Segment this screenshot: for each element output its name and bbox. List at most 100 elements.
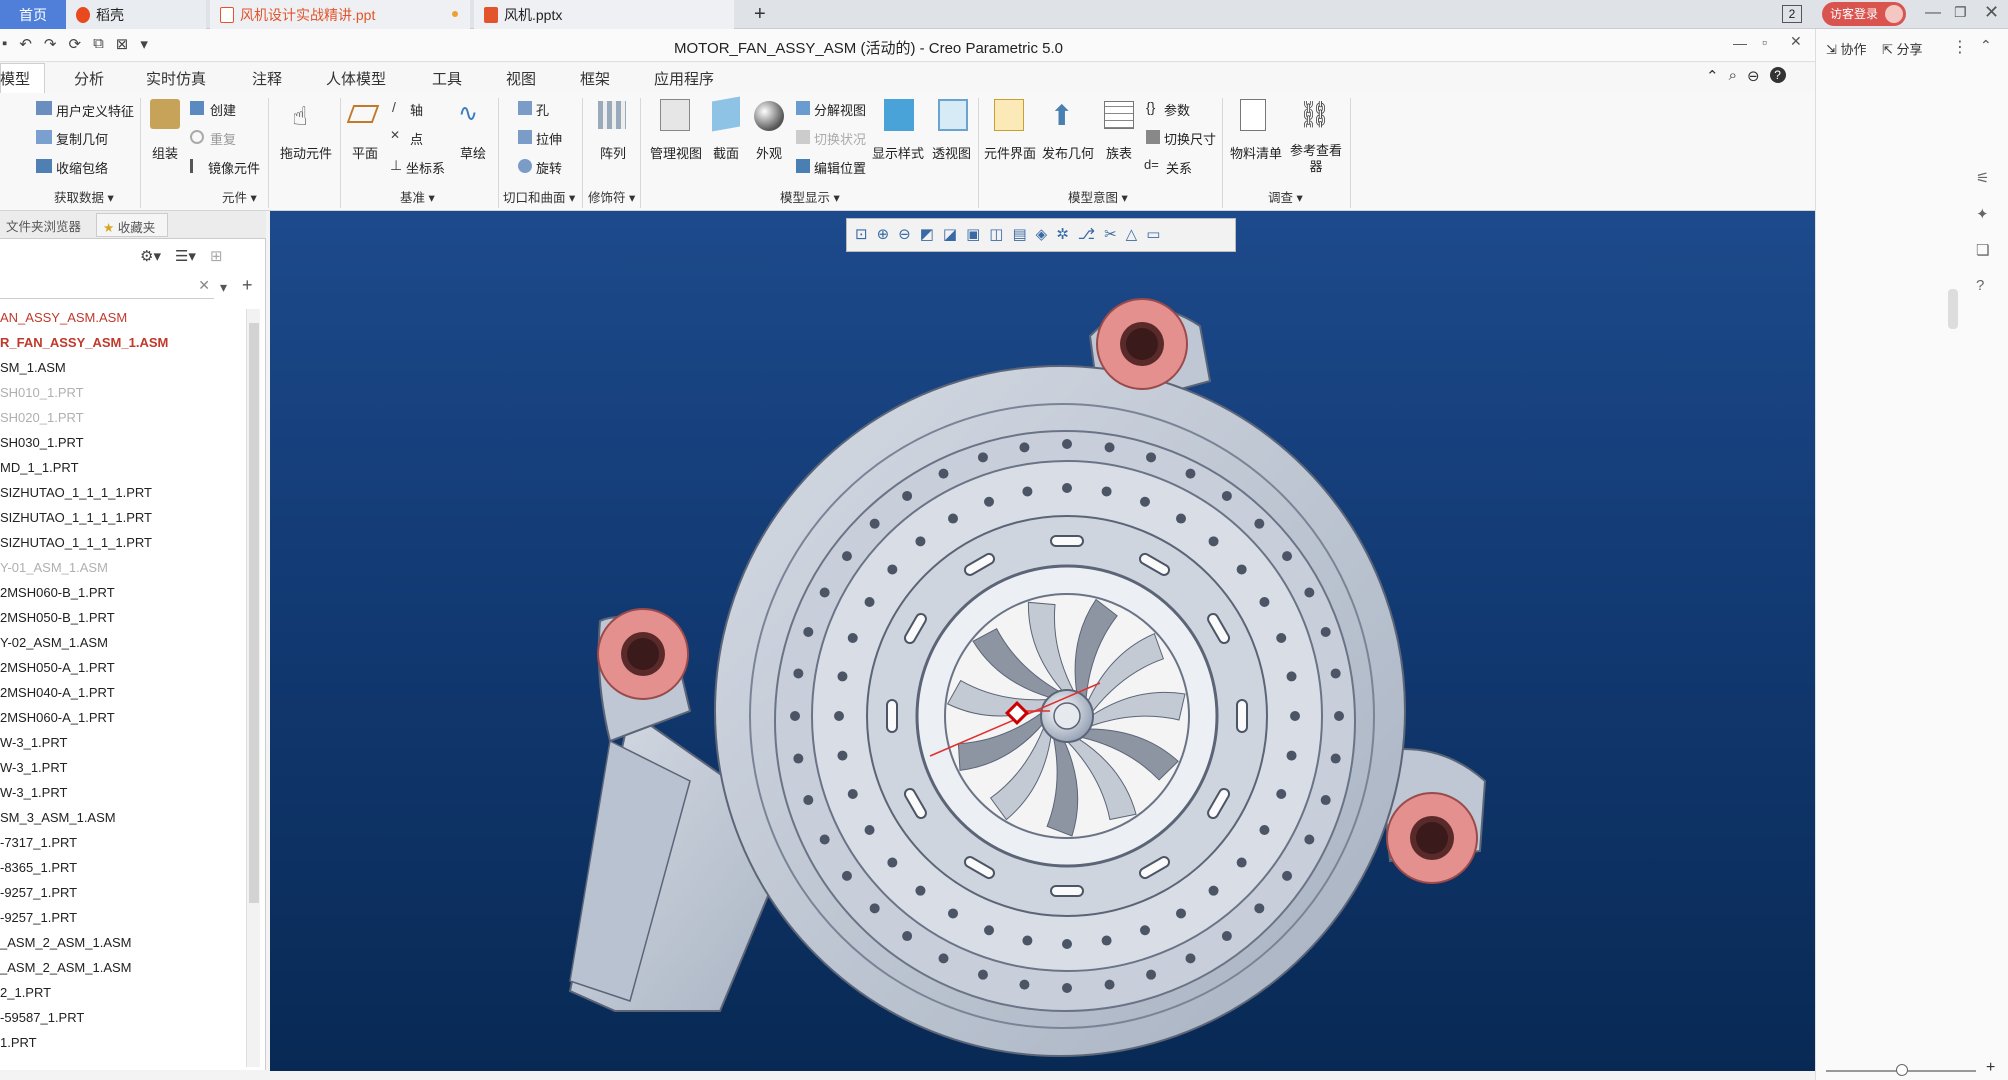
zoom-out-icon[interactable]: ⊖ <box>898 225 911 243</box>
tree-item[interactable]: _ASM_2_ASM_1.ASM <box>0 935 132 950</box>
group-model-display[interactable]: 模型显示 ▾ <box>780 187 840 206</box>
extrude-button[interactable]: 拉伸 <box>536 129 562 148</box>
appearance-button[interactable]: 外观 <box>756 143 782 162</box>
tree-item[interactable]: 2MSH050-B_1.PRT <box>0 610 115 625</box>
tab-home[interactable]: 首页 <box>0 0 66 29</box>
collab-button[interactable]: ⇲ 协作 <box>1826 39 1867 58</box>
section-button[interactable]: 截面 <box>713 143 739 162</box>
save-icon[interactable]: ▪ <box>2 35 7 53</box>
tree-item[interactable]: SM_1.ASM <box>0 360 66 375</box>
tree-item[interactable]: -9257_1.PRT <box>0 885 77 900</box>
tab-favorites[interactable]: ★ 收藏夹 <box>96 213 168 237</box>
tree-item[interactable]: SH010_1.PRT <box>0 385 84 400</box>
tree-item[interactable]: 2MSH060-A_1.PRT <box>0 710 115 725</box>
tree-item[interactable]: 1.PRT <box>0 1035 37 1050</box>
tab-folder-browser[interactable]: 文件夹浏览器 <box>0 213 88 237</box>
tree-item[interactable]: SIZHUTAO_1_1_1_1.PRT <box>0 535 152 550</box>
perspective-view-icon[interactable]: ◈ <box>1036 225 1048 243</box>
minimize-icon[interactable]: — <box>1925 4 1941 22</box>
edit-position-button[interactable]: 编辑位置 <box>814 158 866 177</box>
clear-search-icon[interactable]: ✕ <box>198 277 210 294</box>
assemble-button[interactable]: 组装 <box>152 143 178 162</box>
tab-annotate[interactable]: 注释 <box>252 68 282 89</box>
tree-item[interactable]: SH020_1.PRT <box>0 410 84 425</box>
tree-item[interactable]: W-3_1.PRT <box>0 785 67 800</box>
group-model-intent[interactable]: 模型意图 ▾ <box>1068 187 1128 206</box>
family-table-button[interactable]: 族表 <box>1106 143 1132 162</box>
tree-item[interactable]: R_FAN_ASSY_ASM_1.ASM <box>0 335 168 350</box>
window-icon[interactable]: ⧉ <box>93 35 104 53</box>
share-button[interactable]: ⇱ 分享 <box>1882 39 1923 58</box>
group-component[interactable]: 元件 ▾ <box>222 187 257 206</box>
zoom-thumb[interactable] <box>1896 1064 1908 1076</box>
tree-item[interactable]: 2MSH040-A_1.PRT <box>0 685 115 700</box>
redo-icon[interactable]: ↷ <box>44 35 57 53</box>
reference-viewer-button[interactable]: 参考查看器 <box>1290 143 1342 175</box>
repeat-button[interactable]: 重复 <box>210 129 236 148</box>
refit-icon[interactable]: ⊡ <box>855 225 868 243</box>
tree-item[interactable]: SM_3_ASM_1.ASM <box>0 810 116 825</box>
creo-minimize-icon[interactable]: — <box>1733 35 1747 51</box>
tree-item[interactable]: 2MSH050-A_1.PRT <box>0 660 115 675</box>
layers-icon[interactable]: ❏ <box>1976 241 1989 259</box>
restore-icon[interactable]: ❐ <box>1954 4 1967 21</box>
group-get-data[interactable]: 获取数据 ▾ <box>54 187 114 206</box>
display-style-icon[interactable]: ◪ <box>943 225 957 243</box>
group-cut-surface[interactable]: 切口和曲面 ▾ <box>503 187 575 206</box>
tab-framework[interactable]: 框架 <box>580 68 610 89</box>
tree-item[interactable]: SH030_1.PRT <box>0 435 84 450</box>
customize-icon[interactable]: ▾ <box>140 35 148 53</box>
scrollbar-thumb[interactable] <box>249 323 259 903</box>
tab-ppt-1[interactable]: 风机设计实战精讲.ppt <box>210 0 470 29</box>
tree-item[interactable]: SIZHUTAO_1_1_1_1.PRT <box>0 510 152 525</box>
tree-item[interactable]: W-3_1.PRT <box>0 735 67 750</box>
zoom-slider[interactable] <box>1826 1064 1976 1078</box>
settings-icon[interactable]: ⊖ <box>1747 67 1760 85</box>
tree-item[interactable]: W-3_1.PRT <box>0 760 67 775</box>
toggle-state-button[interactable]: 切换状况 <box>814 129 866 148</box>
pause-icon[interactable]: ▭ <box>1146 225 1160 243</box>
sliders-icon[interactable]: ⚟ <box>1976 169 1989 187</box>
annotation-display-icon[interactable]: ⎇ <box>1078 225 1095 243</box>
tree-settings-icon[interactable]: ⚙▾ <box>140 247 161 265</box>
tab-tools[interactable]: 工具 <box>432 68 462 89</box>
login-button[interactable]: 访客登录 <box>1822 2 1906 26</box>
axis-button[interactable]: 轴 <box>410 100 423 119</box>
section-view-icon[interactable]: ▤ <box>1012 225 1026 243</box>
tree-filter-icon[interactable]: ⊞ <box>210 247 223 265</box>
group-datum[interactable]: 基准 ▾ <box>400 187 435 206</box>
tab-applications[interactable]: 应用程序 <box>654 68 714 89</box>
tree-item[interactable]: -9257_1.PRT <box>0 910 77 925</box>
user-feature-button[interactable]: 用户定义特征 <box>56 101 134 120</box>
perspective-button[interactable]: 透视图 <box>932 143 971 162</box>
fan-assembly-model[interactable] <box>270 211 1815 1071</box>
collapse-icon[interactable]: ⌃ <box>1980 37 1992 54</box>
component-interface-button[interactable]: 元件界面 <box>984 143 1036 162</box>
collapse-ribbon-icon[interactable]: ⌃ <box>1706 67 1719 85</box>
publish-geometry-button[interactable]: 发布几何 <box>1042 143 1094 162</box>
group-investigate[interactable]: 调查 ▾ <box>1268 187 1303 206</box>
creo-close-icon[interactable]: ✕ <box>1790 33 1802 50</box>
appearance-view-icon[interactable]: △ <box>1126 225 1138 243</box>
tree-item[interactable]: 2MSH060-B_1.PRT <box>0 585 115 600</box>
tab-simulation[interactable]: 实时仿真 <box>146 68 206 89</box>
repaint-icon[interactable]: ◩ <box>920 225 934 243</box>
csys-button[interactable]: 坐标系 <box>406 158 445 177</box>
tab-daoke[interactable]: 稻壳 <box>66 0 206 29</box>
regenerate-icon[interactable]: ⟳ <box>68 35 81 53</box>
display-style-button[interactable]: 显示样式 <box>872 143 924 162</box>
create-button[interactable]: 创建 <box>210 100 236 119</box>
datum-display-icon[interactable]: ✲ <box>1056 225 1069 243</box>
zoom-in-icon[interactable]: ⊕ <box>877 225 890 243</box>
pattern-button[interactable]: 阵列 <box>600 143 626 162</box>
window-count-badge[interactable]: 2 <box>1782 5 1802 23</box>
copy-geometry-button[interactable]: 复制几何 <box>56 129 108 148</box>
tree-item[interactable]: SIZHUTAO_1_1_1_1.PRT <box>0 485 152 500</box>
tree-item[interactable]: _ASM_2_ASM_1.ASM <box>0 960 132 975</box>
tab-analysis[interactable]: 分析 <box>74 68 104 89</box>
wps-scrollbar[interactable] <box>1948 149 1958 1029</box>
undo-icon[interactable]: ↶ <box>19 35 32 53</box>
help-circle-icon[interactable]: ? <box>1976 277 1989 294</box>
plane-button[interactable]: 平面 <box>352 143 378 162</box>
tree-item[interactable]: -59587_1.PRT <box>0 1010 84 1025</box>
